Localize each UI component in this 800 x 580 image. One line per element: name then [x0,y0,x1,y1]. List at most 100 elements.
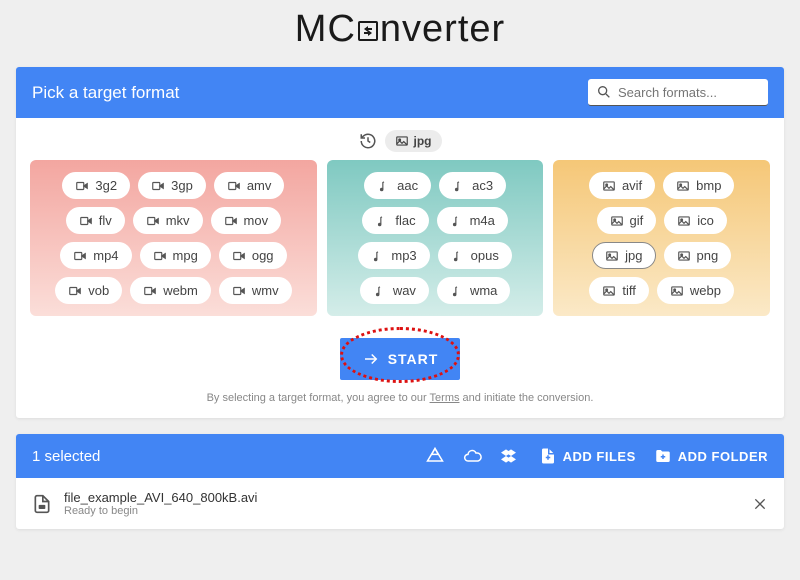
video-format-group: 3g2 3gp amv flv mkv mov mp4 mpg ogg vob webm wmv [30,160,317,316]
video-icon [227,179,241,193]
audio-icon [450,214,464,228]
format-picker-card: Pick a target format jpg 3g23gpamvflvmkv… [16,67,784,418]
format-label: mov [244,213,269,228]
format-chip-png[interactable]: png [664,242,732,269]
format-chip-m4a[interactable]: m4a [437,207,508,234]
recent-format-chip[interactable]: jpg [385,130,442,152]
search-input[interactable] [618,85,760,100]
video-icon [224,214,238,228]
format-chip-webm[interactable]: webm [130,277,211,304]
format-label: jpg [625,248,642,263]
video-icon [79,214,93,228]
history-icon[interactable] [359,132,377,150]
format-chip-aac[interactable]: aac [364,172,431,199]
format-label: vob [88,283,109,298]
search-icon [596,84,612,100]
format-chip-3gp[interactable]: 3gp [138,172,206,199]
image-icon [602,179,616,193]
audio-icon [377,179,391,193]
format-chip-3g2[interactable]: 3g2 [62,172,130,199]
format-label: opus [471,248,499,263]
format-label: tiff [622,283,636,298]
logo-swap-icon [356,19,380,43]
format-chip-mp3[interactable]: mp3 [358,242,429,269]
terms-text: By selecting a target format, you agree … [16,388,784,418]
format-label: flac [395,213,415,228]
format-chip-flac[interactable]: flac [362,207,428,234]
format-label: 3gp [171,178,193,193]
selected-count: 1 selected [32,448,100,465]
image-icon [610,214,624,228]
video-icon [232,249,246,263]
format-chip-webp[interactable]: webp [657,277,734,304]
folder-add-icon [654,447,672,465]
format-chip-tiff[interactable]: tiff [589,277,649,304]
video-icon [143,284,157,298]
format-label: mp4 [93,248,118,263]
format-chip-mkv[interactable]: mkv [133,207,203,234]
video-icon [146,214,160,228]
format-chip-bmp[interactable]: bmp [663,172,734,199]
search-input-wrap[interactable] [588,79,768,106]
file-add-icon [539,447,557,465]
audio-icon [373,284,387,298]
format-label: mpg [173,248,198,263]
start-button[interactable]: START [340,338,461,380]
format-label: mp3 [391,248,416,263]
audio-icon [451,249,465,263]
format-label: mkv [166,213,190,228]
format-label: amv [247,178,272,193]
video-icon [151,179,165,193]
audio-icon [450,284,464,298]
add-files-button[interactable]: ADD FILES [539,447,636,465]
audio-icon [452,179,466,193]
format-chip-gif[interactable]: gif [597,207,657,234]
format-chip-mov[interactable]: mov [211,207,282,234]
format-chip-wmv[interactable]: wmv [219,277,292,304]
dropbox-icon[interactable] [501,446,521,466]
video-icon [75,179,89,193]
image-icon [602,284,616,298]
arrow-right-icon [362,350,380,368]
format-label: 3g2 [95,178,117,193]
format-label: webm [163,283,198,298]
image-icon [676,179,690,193]
format-label: ac3 [472,178,493,193]
add-folder-button[interactable]: ADD FOLDER [654,447,768,465]
format-label: wmv [252,283,279,298]
audio-icon [375,214,389,228]
image-icon [670,284,684,298]
format-chip-avif[interactable]: avif [589,172,655,199]
format-label: gif [630,213,644,228]
terms-link[interactable]: Terms [430,392,460,404]
google-drive-icon[interactable] [425,446,445,466]
format-label: aac [397,178,418,193]
format-chip-wma[interactable]: wma [437,277,510,304]
file-status: Ready to begin [64,505,740,517]
format-label: webp [690,283,721,298]
format-chip-mpg[interactable]: mpg [140,242,211,269]
file-row: file_example_AVI_640_800kB.avi Ready to … [16,478,784,529]
format-label: png [697,248,719,263]
app-logo: MCnverter [16,0,784,67]
format-chip-wav[interactable]: wav [360,277,429,304]
remove-file-icon[interactable] [752,496,768,512]
format-label: wma [470,283,497,298]
format-chip-ac3[interactable]: ac3 [439,172,506,199]
onedrive-icon[interactable] [463,446,483,466]
format-chip-ico[interactable]: ico [664,207,727,234]
video-icon [68,284,82,298]
format-label: avif [622,178,642,193]
format-chip-amv[interactable]: amv [214,172,285,199]
format-label: ogg [252,248,274,263]
format-chip-mp4[interactable]: mp4 [60,242,131,269]
file-icon [32,494,52,514]
format-chip-opus[interactable]: opus [438,242,512,269]
format-chip-ogg[interactable]: ogg [219,242,287,269]
format-label: flv [99,213,112,228]
audio-format-group: aac ac3 flac m4a mp3 opus wav wma [327,160,544,316]
format-chip-jpg[interactable]: jpg [592,242,655,269]
format-chip-flv[interactable]: flv [66,207,125,234]
format-chip-vob[interactable]: vob [55,277,122,304]
video-icon [73,249,87,263]
